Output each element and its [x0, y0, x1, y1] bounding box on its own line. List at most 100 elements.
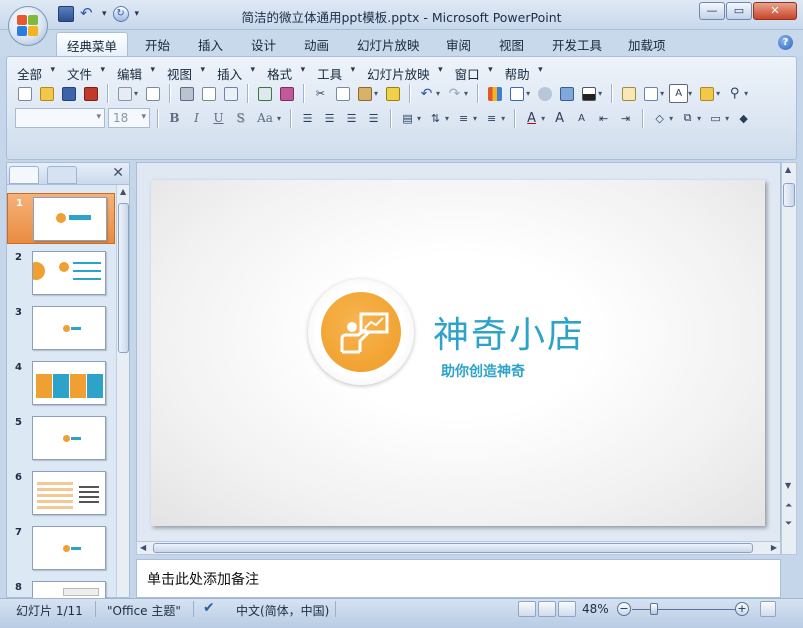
spell-check-icon[interactable]: ✔ — [203, 600, 215, 616]
font-name-box[interactable] — [15, 108, 105, 128]
horizontal-scrollbar[interactable]: ◀ ▶ — [136, 541, 781, 555]
zoom-level[interactable]: 48% — [582, 602, 609, 616]
shape-fill-icon[interactable]: ◆ — [734, 109, 753, 128]
language-indicator[interactable]: 中文(简体，中国) — [236, 602, 329, 619]
underline-button[interactable]: U — [209, 109, 228, 128]
help-icon[interactable]: ? — [778, 35, 793, 50]
columns-icon[interactable]: ▤ — [398, 109, 417, 128]
color-grayscale-dropdown[interactable]: ▾ — [598, 89, 602, 98]
open-folder-icon[interactable] — [37, 84, 56, 103]
slide-sorter-view-icon[interactable] — [538, 601, 556, 617]
email-icon[interactable] — [143, 84, 162, 103]
slideshow-view-icon[interactable] — [558, 601, 576, 617]
menu-window[interactable]: 窗口 — [455, 64, 493, 83]
slide-view-icon[interactable] — [221, 84, 240, 103]
menu-all[interactable]: 全部 — [17, 64, 55, 83]
office-button[interactable] — [8, 6, 48, 46]
text-direction-dropdown[interactable]: ▾ — [445, 114, 449, 123]
outline-tab[interactable] — [47, 166, 77, 184]
copy-icon[interactable] — [333, 84, 352, 103]
slide-thumbnail[interactable]: 4 — [7, 358, 115, 409]
research-icon[interactable] — [277, 84, 296, 103]
color-grayscale-icon[interactable] — [579, 84, 598, 103]
bold-button[interactable]: B — [165, 109, 184, 128]
undo-icon[interactable]: ↶ — [417, 84, 436, 103]
tab-home[interactable]: 开始 — [145, 35, 170, 54]
paste-icon[interactable] — [355, 84, 374, 103]
shadow-button[interactable]: S — [231, 109, 250, 128]
insert-table-icon[interactable] — [507, 84, 526, 103]
tab-view[interactable]: 视图 — [499, 35, 524, 54]
numbering-icon[interactable]: ≡ — [454, 109, 473, 128]
insert-clipart-icon[interactable] — [535, 84, 554, 103]
layout-dropdown[interactable]: ▾ — [660, 89, 664, 98]
shrink-font-icon[interactable]: A — [572, 109, 591, 128]
format-painter-icon[interactable] — [383, 84, 402, 103]
font-color-icon[interactable]: A — [522, 109, 541, 128]
notes-pane[interactable]: 单击此处添加备注 — [136, 559, 781, 598]
slides-tab[interactable] — [9, 166, 39, 184]
slide-thumbnail[interactable]: 6 — [7, 468, 115, 519]
align-center-icon[interactable]: ☰ — [320, 109, 339, 128]
tab-design[interactable]: 设计 — [251, 35, 276, 54]
bullets-dropdown[interactable]: ▾ — [501, 114, 505, 123]
menu-help[interactable]: 帮助 — [505, 64, 543, 83]
menu-slideshow[interactable]: 幻灯片放映 — [367, 64, 443, 83]
permission-icon[interactable] — [115, 84, 134, 103]
font-color-dropdown[interactable]: ▾ — [541, 114, 545, 123]
quick-styles-icon[interactable]: ▭ — [706, 109, 725, 128]
slide-thumbnail[interactable]: 8 — [7, 578, 115, 598]
slide-title[interactable]: 神奇小店 — [433, 306, 585, 358]
find-dropdown[interactable]: ▾ — [744, 89, 748, 98]
redo-dropdown[interactable]: ▾ — [464, 89, 468, 98]
tab-review[interactable]: 审阅 — [446, 35, 471, 54]
change-case-dropdown[interactable]: ▾ — [277, 114, 281, 123]
scrollbar-thumb[interactable] — [118, 203, 129, 353]
slide-subtitle[interactable]: 助你创造神奇 — [441, 361, 525, 381]
menu-file[interactable]: 文件 — [67, 64, 105, 83]
fit-to-window-icon[interactable] — [760, 601, 776, 617]
print-icon[interactable] — [177, 84, 196, 103]
vertical-scrollbar[interactable]: ▲ ▼ ⏶ ⏷ — [781, 162, 797, 555]
shapes-icon[interactable]: ◇ — [650, 109, 669, 128]
zoom-out-icon[interactable]: − — [617, 602, 631, 616]
bullets-icon[interactable]: ≡ — [482, 109, 501, 128]
scroll-up-icon[interactable]: ▲ — [120, 187, 126, 196]
text-box-dropdown[interactable]: ▾ — [688, 89, 692, 98]
new-slide-icon[interactable] — [619, 84, 638, 103]
tab-slideshow[interactable]: 幻灯片放映 — [357, 35, 420, 54]
text-box-icon[interactable]: A — [669, 84, 689, 103]
scroll-up-icon[interactable]: ▲ — [785, 165, 791, 174]
tab-animation[interactable]: 动画 — [304, 35, 329, 54]
scroll-down-icon[interactable]: ▼ — [785, 481, 791, 490]
insert-picture-icon[interactable] — [557, 84, 576, 103]
permission-dropdown[interactable]: ▾ — [134, 89, 138, 98]
scroll-right-icon[interactable]: ▶ — [771, 543, 777, 552]
decrease-indent-icon[interactable]: ⇤ — [594, 109, 613, 128]
current-slide[interactable]: 神奇小店 助你创造神奇 — [151, 180, 765, 526]
spelling-icon[interactable] — [255, 84, 274, 103]
align-left-icon[interactable]: ☰ — [298, 109, 317, 128]
layout-icon[interactable] — [641, 84, 660, 103]
scroll-left-icon[interactable]: ◀ — [140, 543, 146, 552]
close-button[interactable]: ✕ — [753, 2, 797, 20]
slide-thumbnail[interactable]: 7 — [7, 523, 115, 574]
save-icon[interactable] — [59, 84, 78, 103]
numbering-dropdown[interactable]: ▾ — [473, 114, 477, 123]
find-icon[interactable]: ⚲ — [725, 84, 744, 103]
zoom-slider-track[interactable] — [632, 609, 736, 610]
cut-icon[interactable]: ✂ — [311, 84, 330, 103]
change-case-button[interactable]: Aa — [253, 109, 277, 128]
preview-icon[interactable] — [199, 84, 218, 103]
scrollbar-thumb[interactable] — [153, 543, 753, 553]
italic-button[interactable]: I — [187, 109, 206, 128]
zoom-in-icon[interactable]: + — [735, 602, 749, 616]
maximize-button[interactable]: ▭ — [726, 2, 752, 20]
slide-thumbnail[interactable]: 3 — [7, 303, 115, 354]
menu-insert[interactable]: 插入 — [217, 64, 255, 83]
columns-dropdown[interactable]: ▾ — [417, 114, 421, 123]
insert-chart-icon[interactable] — [485, 84, 504, 103]
slide-thumbnail[interactable]: 1 — [7, 193, 115, 244]
normal-view-icon[interactable] — [518, 601, 536, 617]
scrollbar-thumb[interactable] — [783, 183, 795, 207]
